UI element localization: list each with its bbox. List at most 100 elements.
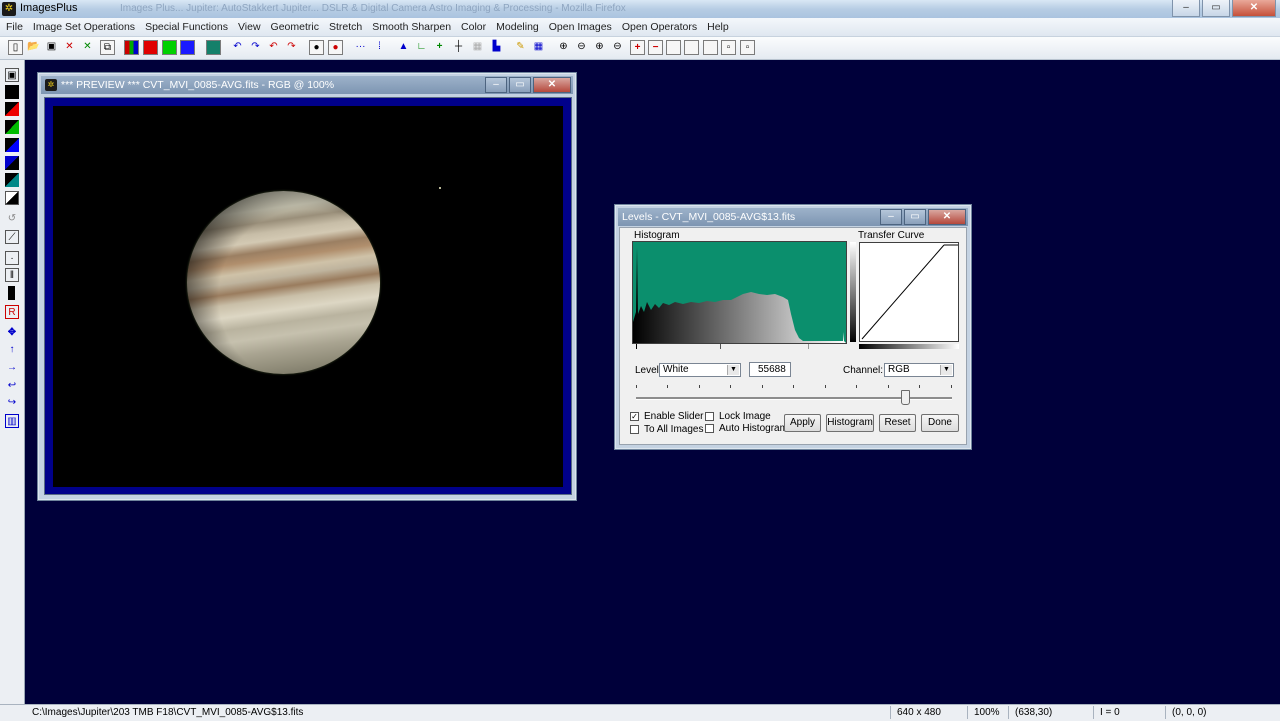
green-fill-icon[interactable] — [5, 120, 19, 134]
channel-select[interactable]: RGB ▼ — [884, 363, 954, 377]
frame-3-icon[interactable] — [703, 40, 718, 55]
redo-all-icon[interactable]: ↷ — [284, 40, 299, 55]
new-icon[interactable]: ▯ — [8, 40, 23, 55]
levels-minimize-button[interactable]: – — [880, 209, 902, 225]
black-bar-icon[interactable] — [8, 286, 15, 300]
close-image-icon[interactable]: ✕ — [62, 40, 77, 55]
preview-title-bar[interactable]: ✲ *** PREVIEW *** CVT_MVI_0085-AVG.fits … — [41, 76, 573, 94]
preview-image[interactable] — [53, 106, 563, 487]
pen-icon[interactable]: ⟋ — [5, 230, 19, 244]
crosshair-icon[interactable]: ┼ — [451, 40, 466, 55]
arrow-back-icon[interactable]: ↩ — [5, 379, 19, 393]
frame-2-icon[interactable] — [684, 40, 699, 55]
select-box-icon[interactable]: · — [5, 251, 19, 265]
preview-close-button[interactable]: ✕ — [533, 77, 571, 93]
preview-minimize-button[interactable]: – — [485, 77, 507, 93]
grid-small-icon[interactable]: ▥ — [5, 414, 19, 428]
menu-modeling[interactable]: Modeling — [491, 21, 544, 33]
zoom-plus-icon[interactable]: + — [630, 40, 645, 55]
levels-icon[interactable]: ∟ — [414, 40, 429, 55]
redo-icon[interactable]: ↷ — [248, 40, 263, 55]
histogram-icon[interactable]: ▲ — [396, 40, 411, 55]
chevron-down-icon[interactable]: ▼ — [940, 365, 952, 375]
level-value-field[interactable]: 55688 — [749, 362, 791, 377]
lock-image-checkbox[interactable] — [705, 412, 714, 421]
arrow-right-icon[interactable]: → — [5, 361, 19, 375]
menu-open-operators[interactable]: Open Operators — [617, 21, 702, 33]
star-profile-icon[interactable]: ⁞ — [372, 40, 387, 55]
app-maximize-button[interactable]: ▭ — [1202, 0, 1230, 17]
rgb-channels-icon[interactable] — [124, 40, 139, 55]
enable-slider-label: Enable Slider — [644, 411, 704, 422]
add-icon[interactable]: + — [432, 40, 447, 55]
luminance-icon[interactable] — [206, 40, 221, 55]
red-select-icon[interactable]: R — [5, 305, 19, 319]
left-tool-strip: ▣ ↺ ⟋ · ‖ R ✥ ↑ → ↩ ↪ ▥ — [0, 60, 25, 704]
undo-icon[interactable]: ↶ — [230, 40, 245, 55]
done-button[interactable]: Done — [921, 414, 959, 432]
teal-icon[interactable] — [5, 173, 19, 187]
blue-fill-icon[interactable] — [5, 138, 19, 152]
zoom-in-icon[interactable]: ⊕ — [556, 40, 571, 55]
arrow-down-icon[interactable]: ↪ — [5, 396, 19, 410]
menu-smooth-sharpen[interactable]: Smooth Sharpen — [367, 21, 456, 33]
levels-maximize-button[interactable]: ▭ — [904, 209, 926, 225]
levels-body: Histogram Transfer Curve Level: White ▼ … — [619, 227, 967, 445]
levels-close-button[interactable]: ✕ — [928, 209, 966, 225]
app-close-button[interactable]: ✕ — [1232, 0, 1276, 17]
arrow-up-icon[interactable]: ↑ — [5, 343, 19, 357]
copy-icon[interactable]: ⧉ — [100, 40, 115, 55]
menu-geometric[interactable]: Geometric — [266, 21, 324, 33]
status-rgb: (0, 0, 0) — [1165, 706, 1280, 719]
chevron-down-icon[interactable]: ▼ — [727, 365, 739, 375]
levels-title-bar[interactable]: Levels - CVT_MVI_0085-AVG$13.fits – ▭ ✕ — [618, 208, 968, 226]
to-all-images-checkbox[interactable] — [630, 425, 639, 434]
red-fill-icon[interactable] — [5, 102, 19, 116]
circle-red-icon[interactable]: ● — [328, 40, 343, 55]
frame-5-icon[interactable]: ▫ — [740, 40, 755, 55]
zoom-fit-icon[interactable]: ⊕ — [592, 40, 607, 55]
bars-icon[interactable]: ‖ — [5, 268, 19, 282]
close-all-icon[interactable]: ✕ — [80, 40, 95, 55]
black-square-icon[interactable] — [5, 85, 19, 99]
reset-button[interactable]: Reset — [879, 414, 916, 432]
rotate-icon[interactable]: ↺ — [5, 212, 19, 226]
black-white-icon[interactable] — [5, 191, 19, 205]
auto-histogram-checkbox[interactable] — [705, 424, 714, 433]
app-minimize-button[interactable]: – — [1172, 0, 1200, 17]
zoom-minus-icon[interactable]: − — [648, 40, 663, 55]
enable-slider-checkbox[interactable]: ✓ — [630, 412, 639, 421]
menu-view[interactable]: View — [233, 21, 266, 33]
zoom-actual-icon[interactable]: ⊖ — [610, 40, 625, 55]
menu-special-functions[interactable]: Special Functions — [140, 21, 233, 33]
table-icon[interactable]: ▦ — [531, 40, 546, 55]
level-slider-thumb[interactable] — [900, 390, 910, 405]
frame-4-icon[interactable]: ▫ — [721, 40, 736, 55]
apply-button[interactable]: Apply — [784, 414, 821, 432]
open-icon[interactable]: 📂 — [26, 40, 41, 55]
menu-file[interactable]: File — [0, 21, 28, 33]
menu-open-images[interactable]: Open Images — [544, 21, 617, 33]
red-channel-icon[interactable] — [143, 40, 158, 55]
line-profile-icon[interactable]: ··· — [353, 40, 368, 55]
paint-icon[interactable]: ▙ — [489, 40, 504, 55]
pencil-icon[interactable]: ✎ — [513, 40, 528, 55]
blue-channel-icon[interactable] — [180, 40, 195, 55]
frame-1-icon[interactable] — [666, 40, 681, 55]
save-tool-icon[interactable]: ▣ — [5, 68, 19, 82]
grid-icon[interactable]: ▦ — [470, 40, 485, 55]
preview-maximize-button[interactable]: ▭ — [509, 77, 531, 93]
circle-select-icon[interactable]: ● — [309, 40, 324, 55]
menu-image-set-operations[interactable]: Image Set Operations — [28, 21, 140, 33]
menu-color[interactable]: Color — [456, 21, 491, 33]
save-icon[interactable]: ▣ — [44, 40, 59, 55]
green-channel-icon[interactable] — [162, 40, 177, 55]
level-select[interactable]: White ▼ — [659, 363, 741, 377]
undo-all-icon[interactable]: ↶ — [266, 40, 281, 55]
menu-stretch[interactable]: Stretch — [324, 21, 367, 33]
move-icon[interactable]: ✥ — [5, 326, 19, 340]
dark-blue-icon[interactable] — [5, 156, 19, 170]
histogram-button[interactable]: Histogram — [826, 414, 874, 432]
zoom-out-icon[interactable]: ⊖ — [574, 40, 589, 55]
menu-help[interactable]: Help — [702, 21, 734, 33]
